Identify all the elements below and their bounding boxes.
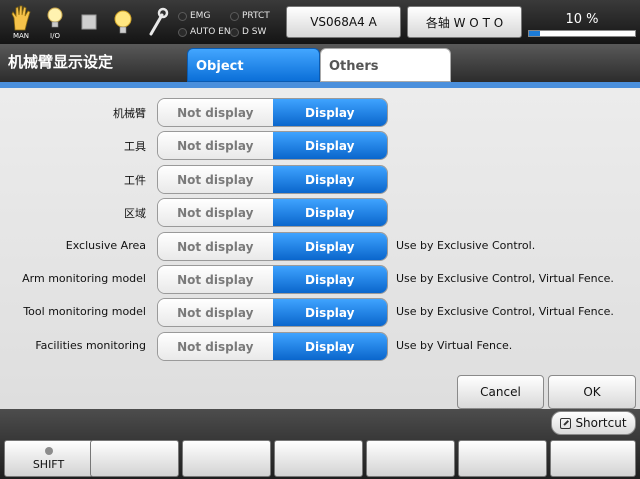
page-title: 机械臂显示设定 xyxy=(8,53,114,71)
shift-led-icon xyxy=(44,447,53,455)
display-option[interactable]: Display xyxy=(272,199,387,226)
tab-others[interactable]: Others xyxy=(320,48,451,82)
row-label: Arm monitoring model xyxy=(22,272,146,285)
prtct-lamp: PRTCT xyxy=(230,10,270,22)
row-label: Facilities monitoring xyxy=(35,339,146,352)
function-key-1[interactable] xyxy=(90,440,179,477)
display-option[interactable]: Display xyxy=(272,166,387,193)
square-icon xyxy=(81,14,97,30)
row-note: Use by Exclusive Control, Virtual Fence. xyxy=(396,272,614,285)
stop-icon[interactable] xyxy=(74,4,104,40)
ok-button[interactable]: OK xyxy=(548,375,636,409)
row-tool: 工具 Not display Display xyxy=(0,131,640,161)
dsw-indicator-icon xyxy=(230,27,239,37)
io-label: I/O xyxy=(50,32,60,40)
speed-bar xyxy=(528,30,636,37)
function-key-6[interactable] xyxy=(550,440,636,477)
row-label: Exclusive Area xyxy=(65,239,146,252)
not-display-option[interactable]: Not display xyxy=(158,299,273,326)
display-toggle: Not display Display xyxy=(157,265,388,294)
not-display-option[interactable]: Not display xyxy=(158,333,273,360)
speed-text: 10 % xyxy=(565,12,599,27)
status-bar: MAN I/O EMG PRTCT AUTO EN D SW VS068A4 A… xyxy=(0,0,640,44)
tool-icon xyxy=(149,7,169,36)
row-arm-monitoring-model: Arm monitoring model Not display Display… xyxy=(0,265,640,295)
manual-mode-icon[interactable]: MAN xyxy=(6,4,36,40)
io-icon[interactable]: I/O xyxy=(40,4,70,40)
shift-key[interactable]: SHIFT xyxy=(4,440,93,477)
speed-indicator[interactable]: 10 % xyxy=(528,6,636,38)
not-display-option[interactable]: Not display xyxy=(158,132,273,159)
prtct-indicator-icon xyxy=(230,11,239,21)
robot-select-button[interactable]: VS068A4 A xyxy=(286,6,401,38)
display-option[interactable]: Display xyxy=(272,266,387,293)
not-display-option[interactable]: Not display xyxy=(158,266,273,293)
row-label: 机械臂 xyxy=(113,107,146,120)
settings-panel: 机械臂 Not display Display 工具 Not display D… xyxy=(0,82,640,409)
row-label: Tool monitoring model xyxy=(23,305,146,318)
function-key-3[interactable] xyxy=(274,440,363,477)
row-workpiece: 工件 Not display Display xyxy=(0,165,640,195)
wrench-icon[interactable] xyxy=(142,4,172,40)
emg-lamp: EMG xyxy=(178,10,210,22)
row-note: Use by Virtual Fence. xyxy=(396,339,513,352)
display-option[interactable]: Display xyxy=(272,233,387,260)
cancel-button[interactable]: Cancel xyxy=(457,375,544,409)
display-toggle: Not display Display xyxy=(157,98,388,127)
shortcut-label: Shortcut xyxy=(575,416,627,430)
row-label: 工具 xyxy=(124,140,146,153)
display-option[interactable]: Display xyxy=(272,333,387,360)
display-option[interactable]: Display xyxy=(272,299,387,326)
row-arm: 机械臂 Not display Display xyxy=(0,98,640,128)
shift-label: SHIFT xyxy=(32,458,65,471)
row-note: Use by Exclusive Control, Virtual Fence. xyxy=(396,305,614,318)
display-toggle: Not display Display xyxy=(157,198,388,227)
not-display-option[interactable]: Not display xyxy=(158,166,273,193)
row-exclusive-area: Exclusive Area Not display Display Use b… xyxy=(0,232,640,262)
auto-en-lamp: AUTO EN xyxy=(178,26,231,38)
row-facilities-monitoring: Facilities monitoring Not display Displa… xyxy=(0,332,640,362)
display-toggle: Not display Display xyxy=(157,232,388,261)
shortcut-arrow-icon xyxy=(560,417,572,429)
display-option[interactable]: Display xyxy=(272,99,387,126)
function-key-5[interactable] xyxy=(458,440,547,477)
not-display-option[interactable]: Not display xyxy=(158,99,273,126)
axis-mode-button[interactable]: 各轴 W O T O xyxy=(407,6,522,38)
row-tool-monitoring-model: Tool monitoring model Not display Displa… xyxy=(0,298,640,328)
not-display-option[interactable]: Not display xyxy=(158,233,273,260)
row-label: 区域 xyxy=(124,207,146,220)
emg-indicator-icon xyxy=(178,11,187,21)
hand-icon xyxy=(11,5,31,31)
lightbulb-on-icon xyxy=(114,10,132,34)
row-note: Use by Exclusive Control. xyxy=(396,239,536,252)
tab-object[interactable]: Object xyxy=(187,48,320,82)
not-display-option[interactable]: Not display xyxy=(158,199,273,226)
function-key-4[interactable] xyxy=(366,440,455,477)
display-toggle: Not display Display xyxy=(157,298,388,327)
display-option[interactable]: Display xyxy=(272,132,387,159)
row-area: 区域 Not display Display xyxy=(0,198,640,228)
row-label: 工件 xyxy=(124,174,146,187)
speed-bar-fill xyxy=(529,31,540,36)
dsw-lamp: D SW xyxy=(230,26,266,38)
display-toggle: Not display Display xyxy=(157,165,388,194)
shortcut-button[interactable]: Shortcut xyxy=(551,411,636,435)
lightbulb-icon xyxy=(47,7,63,28)
auto-en-indicator-icon xyxy=(178,27,187,37)
display-toggle: Not display Display xyxy=(157,332,388,361)
function-key-2[interactable] xyxy=(182,440,271,477)
display-toggle: Not display Display xyxy=(157,131,388,160)
man-label: MAN xyxy=(12,32,30,40)
lamp-icon[interactable] xyxy=(108,4,138,40)
